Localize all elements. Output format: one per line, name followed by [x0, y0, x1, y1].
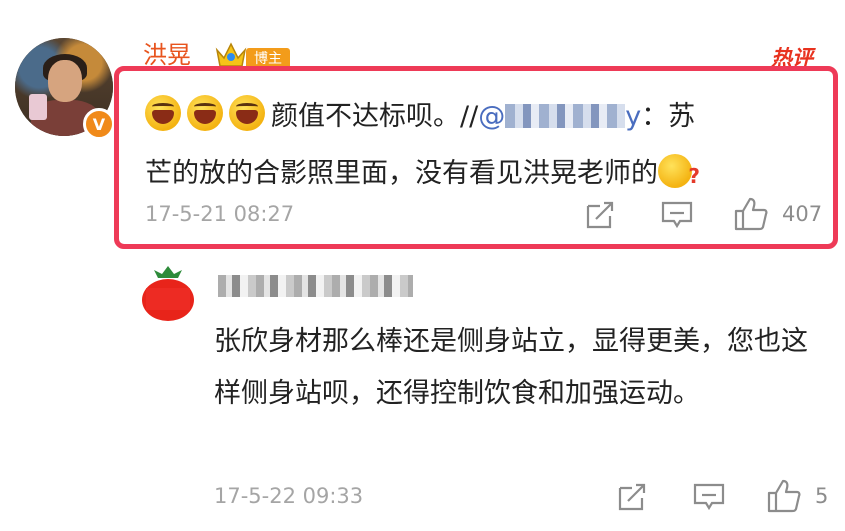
like-button[interactable]: [733, 197, 769, 231]
mention-blurred-name: [505, 104, 626, 128]
laugh-emoji: [145, 95, 181, 131]
reply-reply-button[interactable]: [692, 482, 726, 512]
avatar-face: [48, 60, 82, 102]
thinking-emoji: ?: [658, 154, 700, 188]
comment-text-line2: 芒的放的合影照里面，没有看见洪晃老师的: [145, 158, 658, 189]
reply-like-button[interactable]: [766, 479, 802, 513]
share-button[interactable]: [584, 200, 616, 230]
like-count: 407: [782, 202, 823, 226]
verified-v-icon: V: [83, 108, 115, 140]
mention-link[interactable]: @ y: [478, 101, 641, 132]
comment-text-after-mention: ：苏: [641, 101, 696, 132]
laugh-emoji: [229, 95, 265, 131]
avatar-cup: [29, 94, 47, 120]
reply-text: 张欣身材那么棒还是侧身站立，显得更美，您也这样侧身站呗，还得控制饮食和加强运动。: [214, 326, 808, 409]
mention-tail: y: [625, 101, 642, 132]
laugh-emoji: [187, 95, 223, 131]
reply-author-blurred[interactable]: [218, 275, 413, 297]
reply-share-button[interactable]: [616, 482, 648, 512]
reply-button[interactable]: [660, 200, 694, 230]
share-icon: [586, 201, 614, 229]
comment-icon: [693, 483, 725, 511]
reply-like-count: 5: [815, 484, 829, 508]
comment-text: 颜值不达标呗。//@ y：苏 芒的放的合影照里面，没有看见洪晃老师的?: [145, 88, 830, 202]
like-icon: [734, 197, 768, 231]
comment-timestamp: 17-5-21 08:27: [145, 202, 295, 226]
like-icon: [767, 479, 801, 513]
comment-text-main: 颜值不达标呗。//: [271, 101, 479, 132]
mention-at: @: [478, 101, 506, 132]
reply-timestamp: 17-5-22 09:33: [214, 484, 364, 508]
share-icon: [618, 483, 646, 511]
tomato-avatar[interactable]: [140, 262, 196, 322]
comment-icon: [661, 201, 693, 229]
